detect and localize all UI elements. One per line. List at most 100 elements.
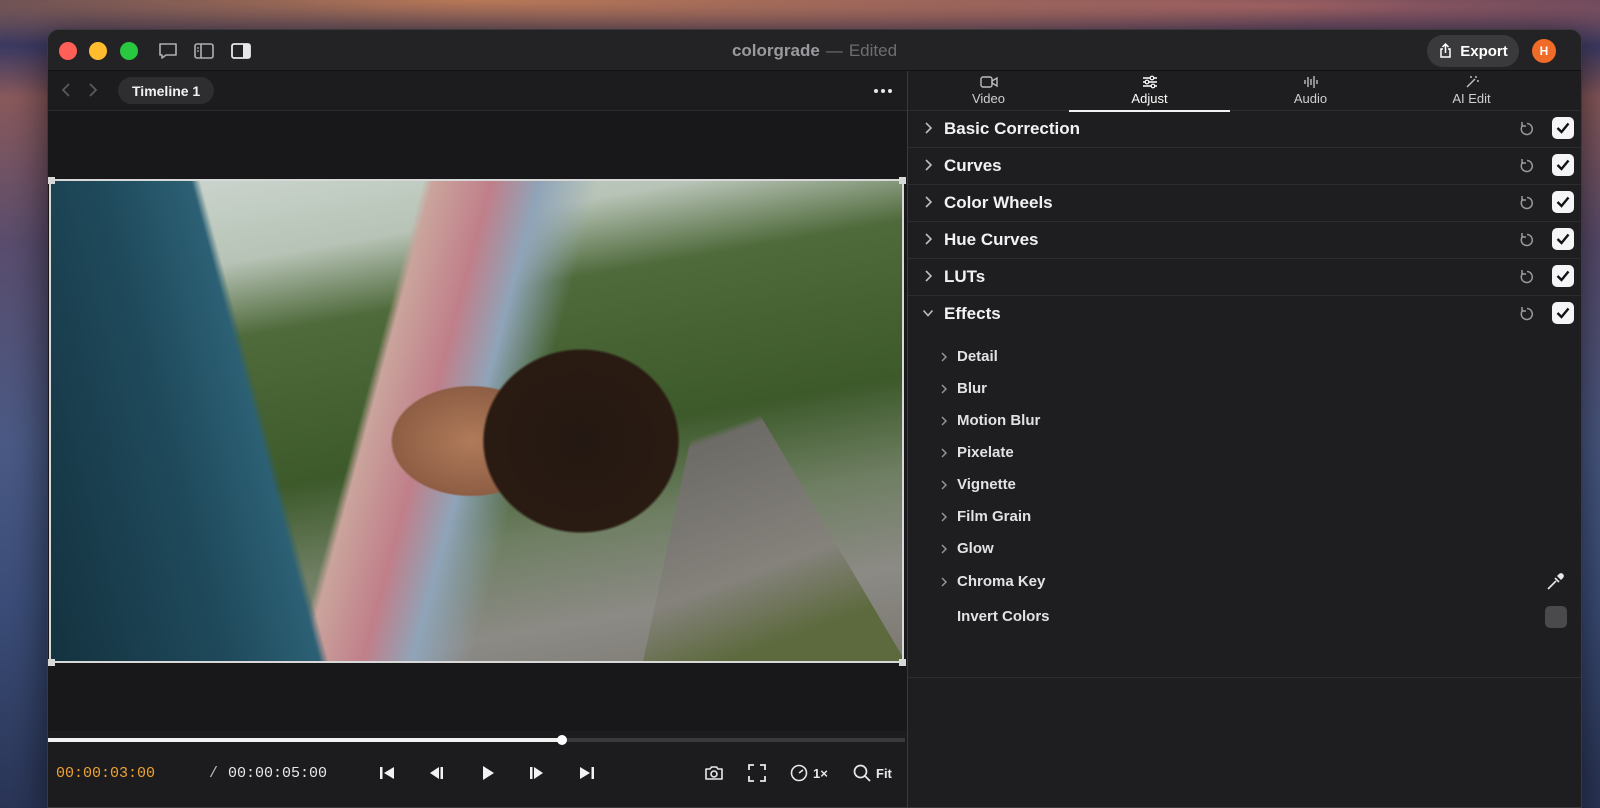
effect-item-chroma-key[interactable]: Chroma Key — [908, 568, 1581, 596]
title-bar: colorgrade — Edited Export H — [48, 30, 1581, 71]
tab-ai-edit-label: AI Edit — [1452, 91, 1491, 106]
section-divider — [908, 677, 1581, 678]
section-curves[interactable]: Curves — [908, 148, 1581, 185]
crop-handle-bottom-right[interactable] — [899, 659, 906, 666]
zoom-label: Fit — [876, 765, 892, 781]
fullscreen-icon[interactable] — [746, 762, 768, 784]
chevron-right-icon — [941, 480, 947, 490]
export-button[interactable]: Export — [1427, 35, 1519, 67]
tab-video-label: Video — [971, 91, 1005, 106]
more-options-icon[interactable] — [871, 81, 895, 101]
chevron-right-icon — [925, 196, 933, 208]
section-label: Color Wheels — [944, 193, 1053, 212]
checkmark-icon — [1556, 307, 1570, 319]
document-state: Edited — [848, 41, 898, 60]
app-window: colorgrade — Edited Export H Timeline 1 — [47, 29, 1582, 808]
crop-handle-bottom-left[interactable] — [48, 659, 55, 666]
effect-item-glow[interactable]: Glow — [908, 535, 1581, 563]
invert-colors-checkbox[interactable] — [1545, 606, 1567, 628]
back-arrow-icon[interactable] — [58, 80, 76, 100]
chevron-right-icon — [941, 512, 947, 522]
crop-handle-top-right[interactable] — [899, 177, 906, 184]
total-time: 00:00:05:00 — [228, 765, 328, 782]
section-label: Basic Correction — [944, 119, 1081, 138]
playback-speed-label: 1× — [813, 765, 828, 781]
section-color-wheels[interactable]: Color Wheels — [908, 185, 1581, 222]
eyedropper-icon[interactable] — [1545, 572, 1565, 592]
chevron-right-icon — [941, 384, 947, 394]
reset-icon[interactable] — [1518, 194, 1536, 212]
play-icon[interactable] — [476, 762, 498, 784]
section-label: Curves — [944, 156, 1002, 175]
effect-item-detail[interactable]: Detail — [908, 343, 1581, 371]
section-luts[interactable]: LUTs — [908, 259, 1581, 296]
checkmark-icon — [1556, 270, 1570, 282]
enable-checkbox[interactable] — [1552, 302, 1574, 324]
chevron-right-icon — [941, 416, 947, 426]
step-back-icon[interactable] — [425, 762, 447, 784]
magnifier-icon — [853, 764, 871, 782]
effect-item-vignette[interactable]: Vignette — [908, 471, 1581, 499]
timeline-tab[interactable]: Timeline 1 — [118, 77, 215, 104]
effect-label: Film Grain — [957, 508, 1032, 525]
playback-scrubber[interactable] — [48, 735, 905, 745]
effect-item-motion-blur[interactable]: Motion Blur — [908, 407, 1581, 435]
tab-audio[interactable]: Audio — [1230, 71, 1391, 111]
enable-checkbox[interactable] — [1552, 228, 1574, 250]
tab-video[interactable]: Video — [908, 71, 1069, 111]
scrubber-progress — [48, 738, 563, 742]
skip-to-start-icon[interactable] — [376, 762, 398, 784]
tab-adjust-label: Adjust — [1131, 91, 1168, 106]
chevron-down-icon — [922, 309, 934, 317]
chevron-right-icon — [941, 448, 947, 458]
zoom-button[interactable]: Fit — [852, 762, 892, 784]
waveform-icon — [1303, 76, 1318, 88]
magic-wand-icon — [1465, 76, 1479, 88]
tab-adjust[interactable]: Adjust — [1069, 71, 1230, 112]
document-name: colorgrade — [731, 41, 820, 60]
avatar[interactable]: H — [1532, 39, 1556, 63]
enable-checkbox[interactable] — [1552, 191, 1574, 213]
reset-icon[interactable] — [1518, 120, 1536, 138]
video-frame[interactable] — [49, 179, 904, 663]
scrubber-playhead[interactable] — [557, 735, 568, 745]
tab-ai-edit[interactable]: AI Edit — [1391, 71, 1552, 111]
tab-audio-label: Audio — [1293, 91, 1328, 106]
chevron-right-icon — [925, 122, 933, 134]
section-effects[interactable]: Effects — [908, 296, 1581, 333]
enable-checkbox[interactable] — [1552, 154, 1574, 176]
video-frame-car — [51, 181, 371, 661]
video-frame-road — [641, 391, 902, 661]
effect-label: Invert Colors — [957, 608, 1050, 625]
viewer-toolbar: Timeline 1 — [48, 71, 907, 111]
camera-snapshot-icon[interactable] — [703, 762, 725, 784]
effect-label: Vignette — [957, 476, 1016, 493]
effect-item-film-grain[interactable]: Film Grain — [908, 503, 1581, 531]
section-basic-correction[interactable]: Basic Correction — [908, 111, 1581, 148]
section-hue-curves[interactable]: Hue Curves — [908, 222, 1581, 259]
chevron-right-icon — [941, 352, 947, 362]
share-icon — [1440, 43, 1451, 58]
inspector-tabs: Video Adjust Audio AI Edit — [908, 71, 1581, 112]
enable-checkbox[interactable] — [1552, 265, 1574, 287]
crop-handle-top-left[interactable] — [48, 177, 55, 184]
enable-checkbox[interactable] — [1552, 117, 1574, 139]
effect-item-blur[interactable]: Blur — [908, 375, 1581, 403]
forward-arrow-icon[interactable] — [83, 80, 101, 100]
skip-to-end-icon[interactable] — [576, 762, 598, 784]
effect-label: Pixelate — [957, 444, 1014, 461]
chevron-right-icon — [925, 270, 933, 282]
reset-icon[interactable] — [1518, 231, 1536, 249]
reset-icon[interactable] — [1518, 157, 1536, 175]
reset-icon[interactable] — [1518, 305, 1536, 323]
window-title: colorgrade — Edited — [48, 41, 1581, 61]
step-forward-icon[interactable] — [526, 762, 548, 784]
effect-item-invert-colors[interactable]: Invert Colors — [908, 603, 1581, 631]
viewer-pane: Timeline 1 00:00:03:00 / 00:00:05:00 1× … — [48, 71, 907, 807]
reset-icon[interactable] — [1518, 268, 1536, 286]
effect-item-pixelate[interactable]: Pixelate — [908, 439, 1581, 467]
playback-speed-button[interactable]: 1× — [789, 762, 828, 784]
section-label: Effects — [944, 304, 1001, 323]
effect-label: Detail — [957, 348, 998, 365]
export-label: Export — [1460, 42, 1508, 60]
